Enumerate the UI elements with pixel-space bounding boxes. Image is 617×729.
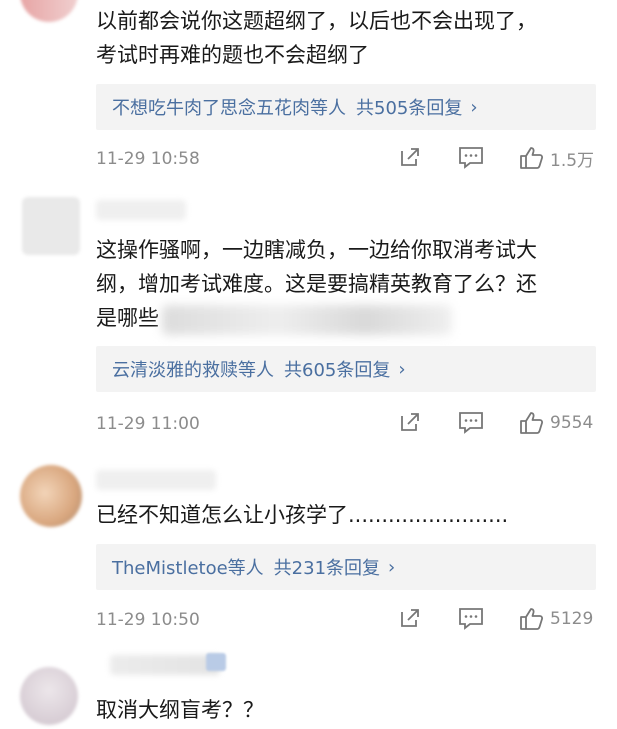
redacted-text (162, 305, 452, 335)
like-count: 5129 (550, 609, 594, 629)
reply-count: 共231条回复 (273, 558, 381, 579)
username-redacted (96, 200, 186, 220)
comment-3: 已经不知道怎么让小孩学了........................ The… (0, 460, 617, 645)
comment-4: 取消大纲盲考？？ (0, 645, 617, 729)
comment-text: 以前都会说你这题超纲了，以后也不会出现了， 考试时再难的题也不会超纲了 (96, 4, 593, 72)
like-button[interactable]: 9554 (518, 410, 593, 436)
reply-count: 共605条回复 (284, 360, 391, 381)
chevron-right-icon: › (470, 96, 478, 118)
thumbs-up-icon (520, 412, 544, 434)
avatar[interactable] (20, 0, 78, 22)
comment-text: 取消大纲盲考？？ (96, 693, 593, 727)
thumbs-up-icon (520, 147, 544, 169)
thumbs-up-icon (520, 608, 544, 630)
comment-text-line: 这操作骚啊，一边瞎减负，一边给你取消考试大 (96, 238, 537, 262)
like-button[interactable]: 5129 (518, 606, 593, 632)
comment-text-line: 已经不知道怎么让小孩学了........................ (96, 503, 509, 527)
username-redacted (96, 470, 216, 490)
share-button[interactable] (398, 410, 422, 434)
timestamp: 11-29 10:58 (96, 149, 200, 169)
comment-icon (459, 608, 483, 630)
username-redacted (110, 655, 220, 675)
like-button[interactable]: 1.5万 (518, 145, 594, 171)
comment-button[interactable] (458, 410, 484, 434)
comment-text-line: 取消大纲盲考？？ (96, 698, 264, 722)
replies-link[interactable]: 不想吃牛肉了思念五花肉等人 共505条回复 › (96, 84, 596, 130)
reply-users: TheMistletoe等人 (112, 558, 264, 579)
comment-text: 已经不知道怎么让小孩学了........................ (96, 498, 593, 532)
share-icon (401, 148, 419, 166)
reply-count: 共505条回复 (356, 98, 463, 119)
comment-2: 这操作骚啊，一边瞎减负，一边给你取消考试大 纲，增加考试难度。这是要搞精英教育了… (0, 195, 617, 455)
timestamp: 11-29 10:50 (96, 610, 200, 630)
badge-icon (206, 653, 226, 671)
reply-users: 云清淡雅的救赎等人 (112, 360, 274, 381)
replies-link[interactable]: TheMistletoe等人 共231条回复 › (96, 544, 596, 590)
chevron-right-icon: › (388, 556, 396, 578)
comment-text-line: 以前都会说你这题超纲了，以后也不会出现了， (96, 9, 537, 33)
avatar[interactable] (20, 465, 82, 527)
comment-button[interactable] (458, 145, 484, 169)
chevron-right-icon: › (398, 358, 406, 380)
share-button[interactable] (398, 606, 422, 630)
comment-text-line: 考试时再难的题也不会超纲了 (96, 43, 369, 67)
replies-link[interactable]: 云清淡雅的救赎等人 共605条回复 › (96, 346, 596, 392)
share-icon (401, 609, 419, 627)
comment-text-line: 是哪些 (96, 306, 159, 330)
comment-meta: 11-29 10:50 5129 (96, 606, 597, 636)
comment-button[interactable] (458, 606, 484, 630)
comment-icon (459, 147, 483, 169)
reply-users: 不想吃牛肉了思念五花肉等人 (112, 98, 346, 119)
like-count: 1.5万 (550, 150, 595, 171)
comment-1: 以前都会说你这题超纲了，以后也不会出现了， 考试时再难的题也不会超纲了 不想吃牛… (0, 0, 617, 195)
comment-icon (459, 412, 483, 434)
timestamp: 11-29 11:00 (96, 414, 200, 434)
comment-text-line: 纲，增加考试难度。这是要搞精英教育了么？还 (96, 272, 537, 296)
comment-meta: 11-29 11:00 9554 (96, 410, 597, 440)
avatar[interactable] (20, 667, 78, 725)
avatar[interactable] (22, 197, 80, 255)
comment-meta: 11-29 10:58 1.5万 (96, 145, 597, 175)
share-button[interactable] (398, 145, 422, 169)
share-icon (401, 413, 419, 431)
like-count: 9554 (550, 413, 594, 433)
